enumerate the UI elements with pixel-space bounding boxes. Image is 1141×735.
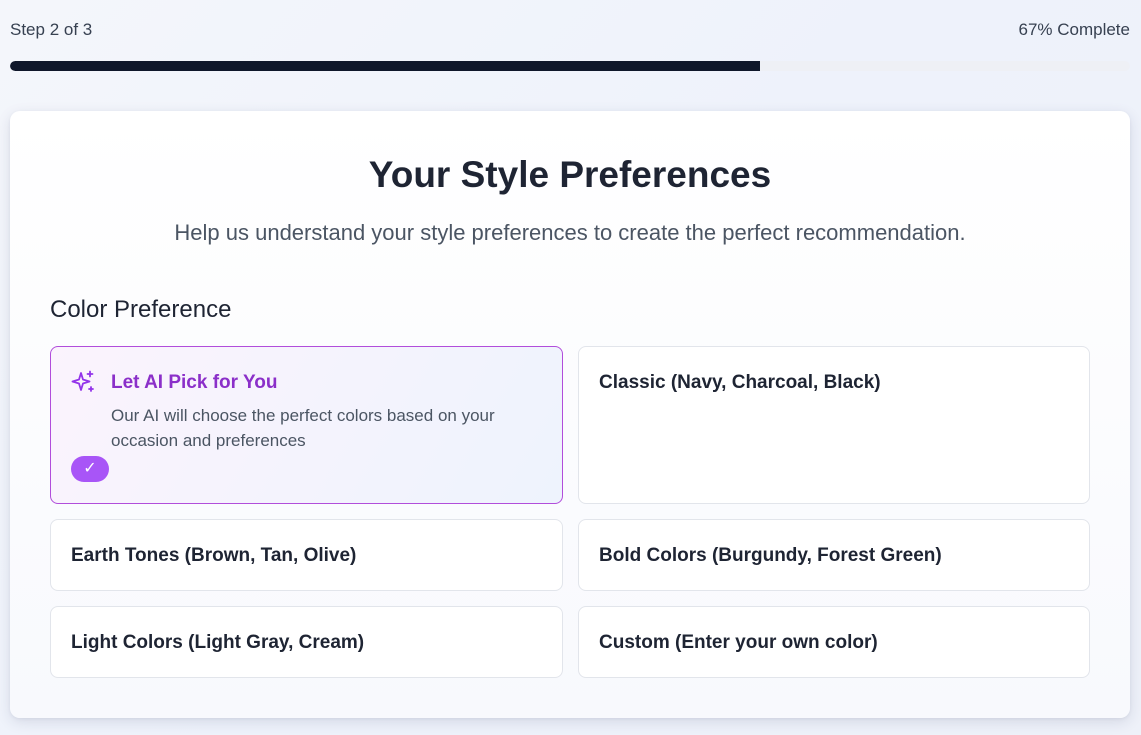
option-ai-pick-label: Let AI Pick for You <box>111 372 278 393</box>
page-subtitle: Help us understand your style preference… <box>174 220 966 245</box>
progress-percent-label: 67% Complete <box>1018 20 1130 39</box>
option-ai-pick[interactable]: Let AI Pick for You Our AI will choose t… <box>50 346 563 504</box>
color-preference-heading: Color Preference <box>50 296 232 323</box>
page-title: Your Style Preferences <box>368 154 772 195</box>
option-earth-tones[interactable]: Earth Tones (Brown, Tan, Olive) <box>50 519 563 591</box>
option-earth-tones-label: Earth Tones (Brown, Tan, Olive) <box>71 545 357 566</box>
option-ai-pick-description: Our AI will choose the perfect colors ba… <box>111 406 495 450</box>
step-indicator: Step 2 of 3 <box>10 20 93 39</box>
selected-check-badge: ✓ <box>71 456 109 482</box>
style-preferences-card: Your Style Preferences Help us understan… <box>10 111 1130 718</box>
option-custom[interactable]: Custom (Enter your own color) <box>578 606 1090 678</box>
option-classic[interactable]: Classic (Navy, Charcoal, Black) <box>578 346 1090 504</box>
sparkles-icon <box>70 369 96 395</box>
option-bold-colors-label: Bold Colors (Burgundy, Forest Green) <box>599 545 942 566</box>
progress-bar-fill <box>10 61 761 71</box>
option-custom-label: Custom (Enter your own color) <box>599 632 878 653</box>
option-bold-colors[interactable]: Bold Colors (Burgundy, Forest Green) <box>578 519 1090 591</box>
option-classic-label: Classic (Navy, Charcoal, Black) <box>599 372 881 393</box>
progress-header: Step 2 of 3 67% Complete <box>10 18 1130 42</box>
option-light-colors-label: Light Colors (Light Gray, Cream) <box>71 632 365 653</box>
progress-bar <box>10 61 1130 71</box>
option-light-colors[interactable]: Light Colors (Light Gray, Cream) <box>50 606 563 678</box>
